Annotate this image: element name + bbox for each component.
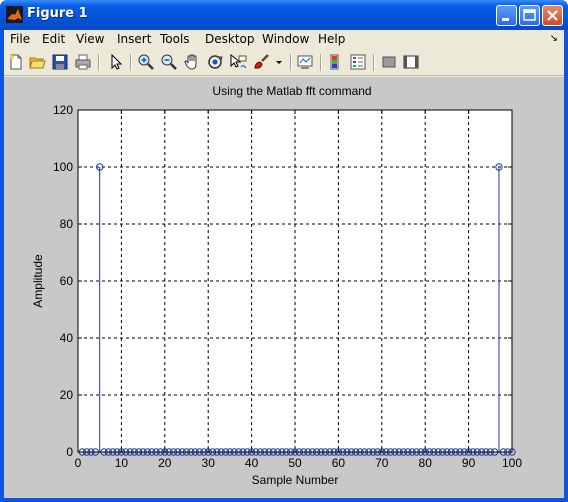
x-tick-label: 50 xyxy=(288,456,302,470)
minimize-button[interactable] xyxy=(496,5,517,26)
title-bar[interactable]: Figure 1 xyxy=(0,0,568,30)
x-tick-label: 90 xyxy=(462,456,476,470)
brush-icon[interactable] xyxy=(252,53,270,71)
toolbar-separator xyxy=(98,54,100,71)
x-tick-label: 30 xyxy=(202,456,216,470)
menu-edit[interactable]: Edit xyxy=(42,32,65,46)
hide-plot-tools-icon[interactable] xyxy=(380,53,398,71)
x-tick-label: 100 xyxy=(502,456,522,470)
x-tick-labels: 0 10 20 30 40 50 60 70 80 90 100 xyxy=(75,456,523,470)
show-plot-tools-icon[interactable] xyxy=(402,53,420,71)
y-tick-label: 40 xyxy=(60,331,74,345)
y-tick-label: 0 xyxy=(66,445,73,459)
menu-window[interactable]: Window xyxy=(262,32,309,46)
toolbar-separator xyxy=(373,54,375,71)
matlab-logo-icon xyxy=(6,6,23,23)
menu-bar: File Edit View Insert Tools Desktop Wind… xyxy=(4,30,564,49)
link-plot-icon[interactable] xyxy=(296,53,314,71)
save-icon[interactable] xyxy=(51,53,69,71)
print-icon[interactable] xyxy=(74,53,92,71)
figure-canvas[interactable]: Using the Matlab fft command 0 10 20 30 40 50… xyxy=(4,77,564,498)
menu-desktop[interactable]: Desktop xyxy=(205,32,255,46)
rotate-3d-icon[interactable] xyxy=(206,53,224,71)
x-tick-label: 60 xyxy=(332,456,346,470)
colorbar-icon[interactable] xyxy=(326,53,344,71)
menu-tools[interactable]: Tools xyxy=(160,32,190,46)
close-icon xyxy=(547,10,558,21)
figure-window: Figure 1 File Edit View Insert Tools Des… xyxy=(0,0,568,502)
stem-plot[interactable]: Using the Matlab fft command 0 10 20 30 40 50… xyxy=(4,77,564,498)
y-tick-label: 120 xyxy=(53,103,73,117)
open-file-icon[interactable] xyxy=(28,53,46,71)
edit-plot-arrow-icon[interactable] xyxy=(107,53,125,71)
pan-hand-icon[interactable] xyxy=(183,53,201,71)
toolbar-separator xyxy=(290,54,292,71)
dropdown-arrow-icon[interactable] xyxy=(274,53,284,71)
toolbar-separator xyxy=(130,54,132,71)
x-tick-label: 0 xyxy=(75,456,82,470)
menu-insert[interactable]: Insert xyxy=(117,32,151,46)
x-tick-label: 80 xyxy=(419,456,433,470)
maximize-icon xyxy=(523,9,536,21)
figure-toolbar xyxy=(4,50,564,76)
y-tick-label: 80 xyxy=(60,217,74,231)
zoom-in-icon[interactable] xyxy=(137,53,155,71)
new-figure-icon[interactable] xyxy=(7,53,25,71)
y-axis-label: Amplitude xyxy=(31,254,45,308)
x-tick-label: 20 xyxy=(158,456,172,470)
y-tick-label: 100 xyxy=(53,160,73,174)
close-button[interactable] xyxy=(542,5,563,26)
maximize-button[interactable] xyxy=(519,5,540,26)
menu-file[interactable]: File xyxy=(10,32,30,46)
toolbar-separator xyxy=(320,54,322,71)
toolbar-dock-arrow[interactable]: ↘ xyxy=(550,33,558,44)
data-cursor-icon[interactable] xyxy=(229,53,247,71)
legend-icon[interactable] xyxy=(349,53,367,71)
menu-help[interactable]: Help xyxy=(318,32,345,46)
window-client: File Edit View Insert Tools Desktop Wind… xyxy=(4,30,564,498)
x-tick-label: 40 xyxy=(245,456,259,470)
minimize-icon xyxy=(502,18,509,21)
chart-title: Using the Matlab fft command xyxy=(212,84,371,98)
y-tick-label: 20 xyxy=(60,388,74,402)
window-title: Figure 1 xyxy=(27,6,88,21)
y-tick-label: 60 xyxy=(60,274,74,288)
x-tick-label: 70 xyxy=(375,456,389,470)
menu-view[interactable]: View xyxy=(76,32,104,46)
x-axis-label: Sample Number xyxy=(252,473,339,487)
x-tick-label: 10 xyxy=(115,456,129,470)
y-tick-labels: 0 20 40 60 80 100 120 xyxy=(53,103,73,459)
zoom-out-icon[interactable] xyxy=(160,53,178,71)
